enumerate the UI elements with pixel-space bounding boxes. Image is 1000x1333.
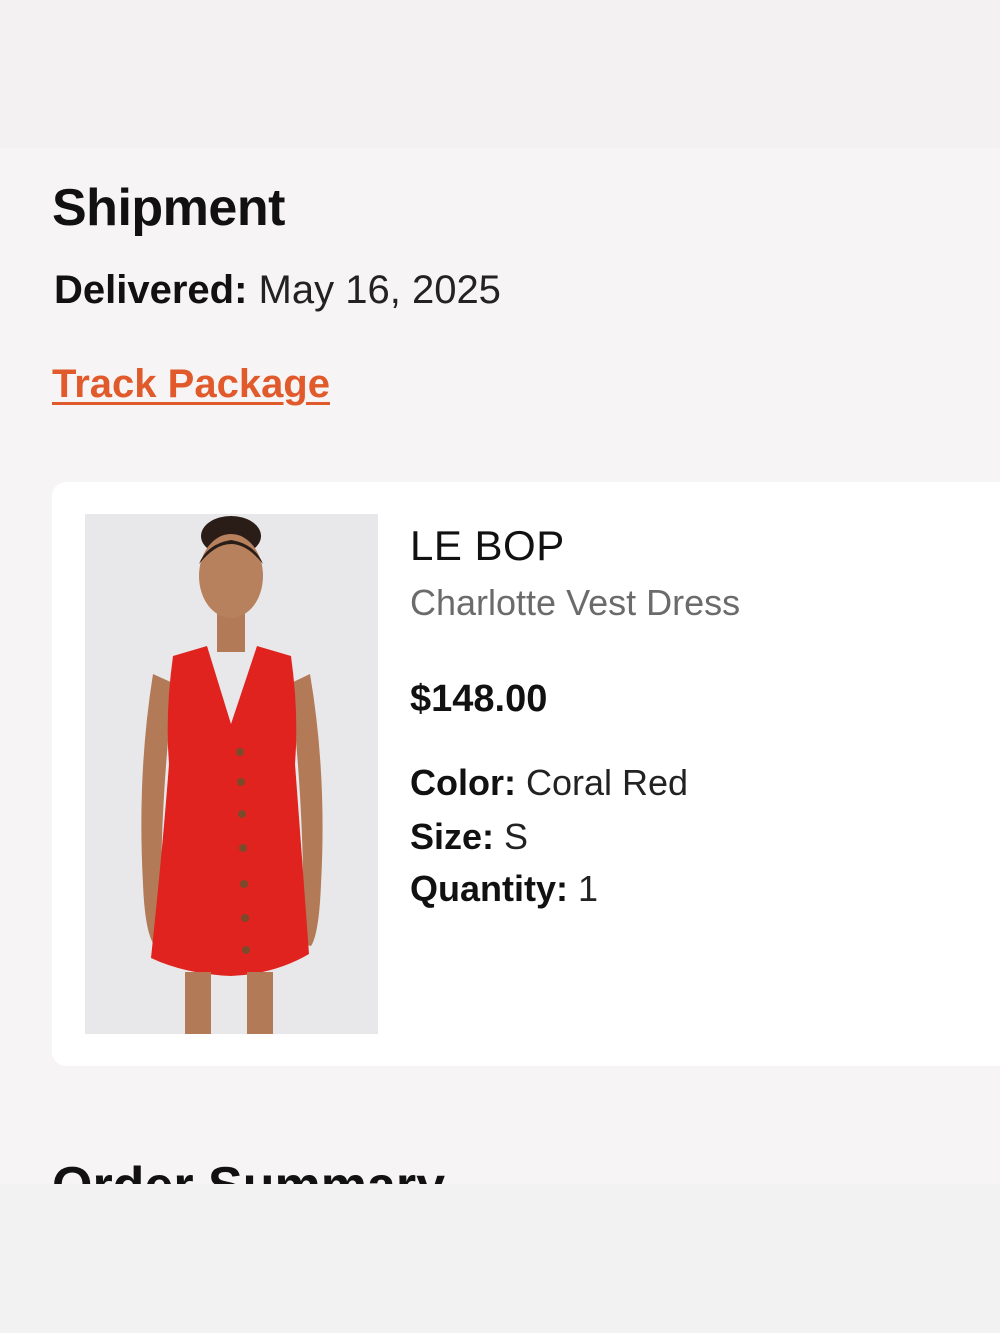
shipment-title: Shipment (52, 179, 285, 237)
quantity-label: Quantity: (410, 868, 568, 909)
delivered-date: May 16, 2025 (258, 268, 501, 312)
product-name[interactable]: Charlotte Vest Dress (410, 582, 740, 624)
product-image[interactable] (85, 514, 378, 1034)
shipment-item-card[interactable]: LE BOP Charlotte Vest Dress $148.00 Colo… (52, 482, 1000, 1066)
color-label: Color: (410, 762, 516, 803)
top-blurred-band (0, 0, 1000, 148)
delivered-label: Delivered: (54, 268, 248, 312)
size-label: Size: (410, 816, 495, 857)
quantity-value: 1 (578, 868, 599, 909)
order-summary-heading: Order Summary (52, 1156, 445, 1184)
product-photo-icon (85, 514, 378, 1034)
product-quantity: Quantity: 1 (410, 868, 598, 910)
color-value: Coral Red (526, 762, 689, 803)
track-package-link[interactable]: Track Package (52, 362, 330, 407)
shipment-section: Shipment Delivered: May 16, 2025 Track P… (0, 148, 1000, 1184)
delivered-status: Delivered: May 16, 2025 (54, 268, 501, 313)
product-price: $148.00 (410, 678, 548, 720)
product-color: Color: Coral Red (410, 762, 688, 804)
bottom-blurred-band (0, 1184, 1000, 1333)
product-size: Size: S (410, 816, 528, 858)
product-brand[interactable]: LE BOP (410, 522, 565, 570)
size-value: S (504, 816, 529, 857)
